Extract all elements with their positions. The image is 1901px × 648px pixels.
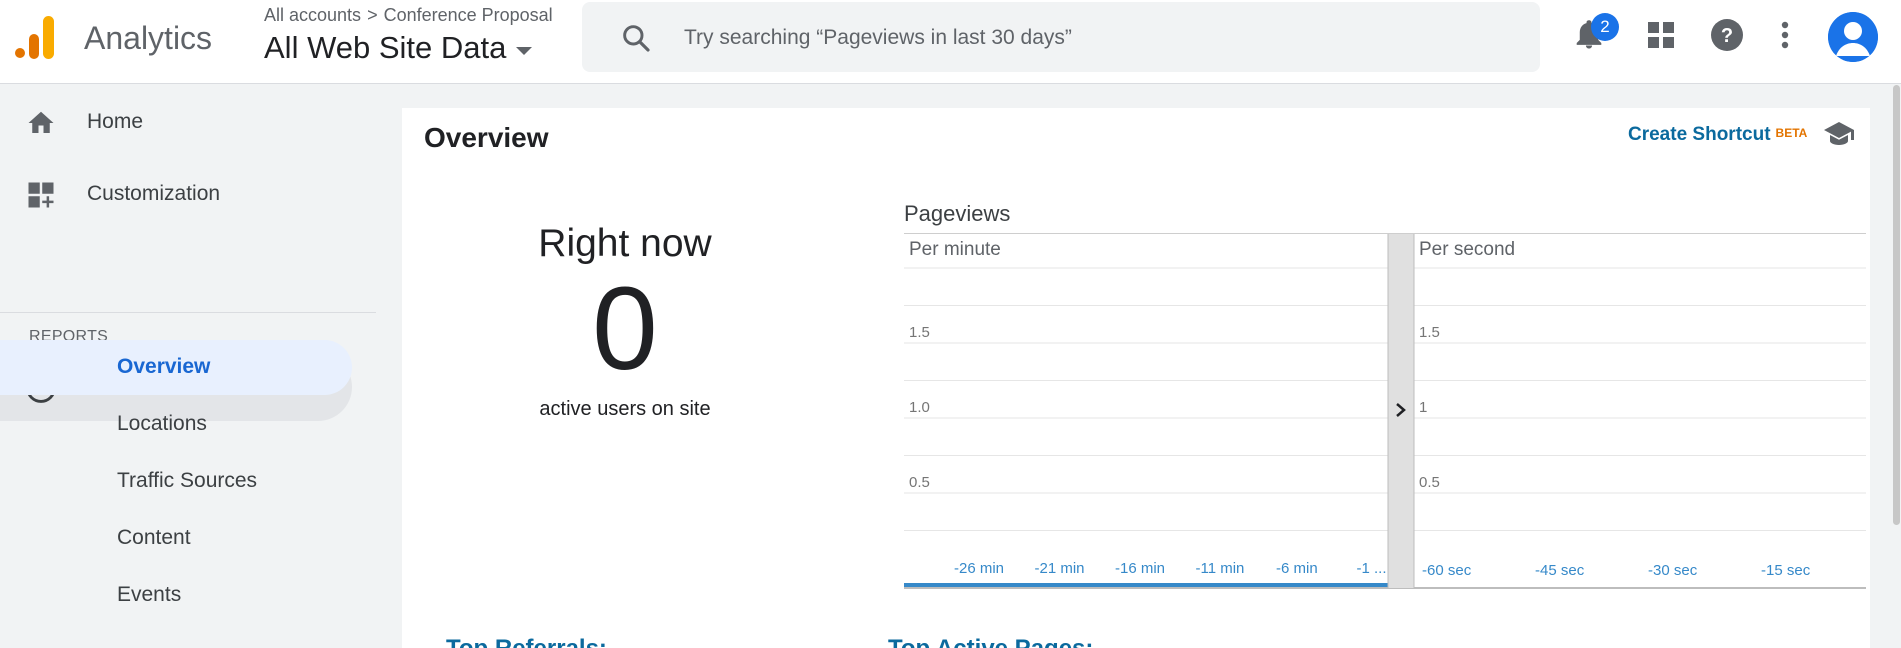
per-second-xtick-label: -60 sec xyxy=(1422,562,1472,579)
sidebar-subitem-label: Content xyxy=(117,526,191,549)
per-minute-xtick-label: -16 min xyxy=(1115,560,1165,577)
per-second-ytick-label: 0.5 xyxy=(1419,474,1440,491)
analytics-logo-icon[interactable] xyxy=(14,14,58,60)
per-minute-baseline xyxy=(904,583,1388,587)
per-second-ytick-label: 1.5 xyxy=(1419,324,1440,341)
sidebar-item-customization[interactable]: Customization xyxy=(0,166,376,222)
top-active-pages-heading[interactable]: Top Active Pages: xyxy=(888,635,1093,648)
search-icon xyxy=(623,25,650,52)
sidebar-item-label: Home xyxy=(87,110,144,133)
account-breadcrumb[interactable]: All accounts > Conference Proposal xyxy=(264,5,553,26)
page-title: Overview xyxy=(424,122,549,153)
top-referrals-heading[interactable]: Top Referrals: xyxy=(446,635,607,648)
notification-count-badge: 2 xyxy=(1591,13,1619,41)
more-vert-icon xyxy=(1781,21,1789,49)
breadcrumb-account[interactable]: Conference Proposal xyxy=(384,5,553,25)
per-second-xtick-label: -30 sec xyxy=(1648,562,1698,579)
page-scrollbar[interactable] xyxy=(1892,85,1901,648)
per-second-ytick-label: 1 xyxy=(1419,399,1427,416)
per-minute-xtick-label: -1 ... xyxy=(1357,560,1387,577)
per-minute-ytick-label: 1.0 xyxy=(909,399,930,416)
sidebar-subitem-events[interactable]: Events xyxy=(0,568,352,623)
more-options-button[interactable] xyxy=(1766,16,1804,54)
per-second-title: Per second xyxy=(1419,239,1515,260)
sidebar-divider xyxy=(0,312,376,313)
sidebar-subitem-label: Traffic Sources xyxy=(117,469,258,492)
per-minute-xtick-label: -26 min xyxy=(954,560,1004,577)
graduation-cap-icon[interactable] xyxy=(1822,118,1856,148)
per-minute-title: Per minute xyxy=(909,239,1001,260)
sidebar-subitem-label: Events xyxy=(117,583,182,606)
active-users-label: active users on site xyxy=(539,398,711,420)
pageviews-chart: Per minute 0.5 1.0 1.5 -26 min -21 min -16 min… xyxy=(904,233,1866,589)
pageviews-title: Pageviews xyxy=(904,201,1011,226)
scrollbar-thumb[interactable] xyxy=(1893,85,1900,525)
top-app-bar: Analytics All accounts > Conference Propos… xyxy=(0,0,1901,84)
sidebar-subitem-overview[interactable]: Overview xyxy=(0,340,352,395)
account-avatar[interactable] xyxy=(1828,12,1878,62)
per-minute-ytick-label: 1.5 xyxy=(909,324,930,341)
apps-grid-icon xyxy=(1648,22,1674,48)
help-button[interactable]: ? xyxy=(1708,16,1746,54)
per-minute-xtick-label: -11 min xyxy=(1196,560,1245,577)
customization-icon xyxy=(28,182,54,208)
property-name: All Web Site Data xyxy=(264,30,507,65)
apps-button[interactable] xyxy=(1642,16,1680,54)
search-input[interactable]: Try searching “Pageviews in last 30 days… xyxy=(684,26,1072,50)
person-icon xyxy=(1828,12,1878,62)
app-title[interactable]: Analytics xyxy=(84,20,212,57)
help-icon: ? xyxy=(1711,19,1743,51)
per-minute-ytick-label: 0.5 xyxy=(909,474,930,491)
breadcrumb-all-accounts[interactable]: All accounts xyxy=(264,5,361,25)
per-minute-xtick-label: -21 min xyxy=(1035,560,1085,577)
create-shortcut-label: Create Shortcut xyxy=(1628,124,1771,145)
chevron-right-icon: > xyxy=(367,5,378,25)
right-now-title: Right now xyxy=(538,222,712,265)
sidebar-subitem-locations[interactable]: Locations xyxy=(0,397,352,452)
home-icon xyxy=(28,111,54,133)
sidebar-subitem-label: Locations xyxy=(117,412,207,435)
beta-badge: BETA xyxy=(1775,126,1808,140)
sidebar-item-home[interactable]: Home xyxy=(0,94,376,150)
svg-text:?: ? xyxy=(1721,25,1733,47)
per-minute-xtick-label: -6 min xyxy=(1276,560,1318,577)
per-second-xtick-label: -15 sec xyxy=(1761,562,1811,579)
create-shortcut-link[interactable]: Create Shortcut BETA xyxy=(1628,124,1807,146)
main-content-card: Overview Create Shortcut BETA Right now 0… xyxy=(402,108,1870,648)
property-selector[interactable]: All Web Site Data xyxy=(264,30,533,66)
sidebar: Home Customization REPORTS Real-Time Ove… xyxy=(0,85,376,648)
active-users-count: 0 xyxy=(592,263,658,395)
dropdown-arrow-icon xyxy=(516,47,533,55)
right-now-panel: Right now 0 active users on site xyxy=(402,222,848,421)
sidebar-subitem-content[interactable]: Content xyxy=(0,511,352,566)
sidebar-subitem-label: Overview xyxy=(117,355,211,378)
per-second-xtick-label: -45 sec xyxy=(1535,562,1585,579)
sidebar-item-label: Customization xyxy=(87,182,221,205)
search-bar[interactable]: Try searching “Pageviews in last 30 days… xyxy=(582,2,1540,72)
sidebar-subitem-traffic-sources[interactable]: Traffic Sources xyxy=(0,454,352,509)
